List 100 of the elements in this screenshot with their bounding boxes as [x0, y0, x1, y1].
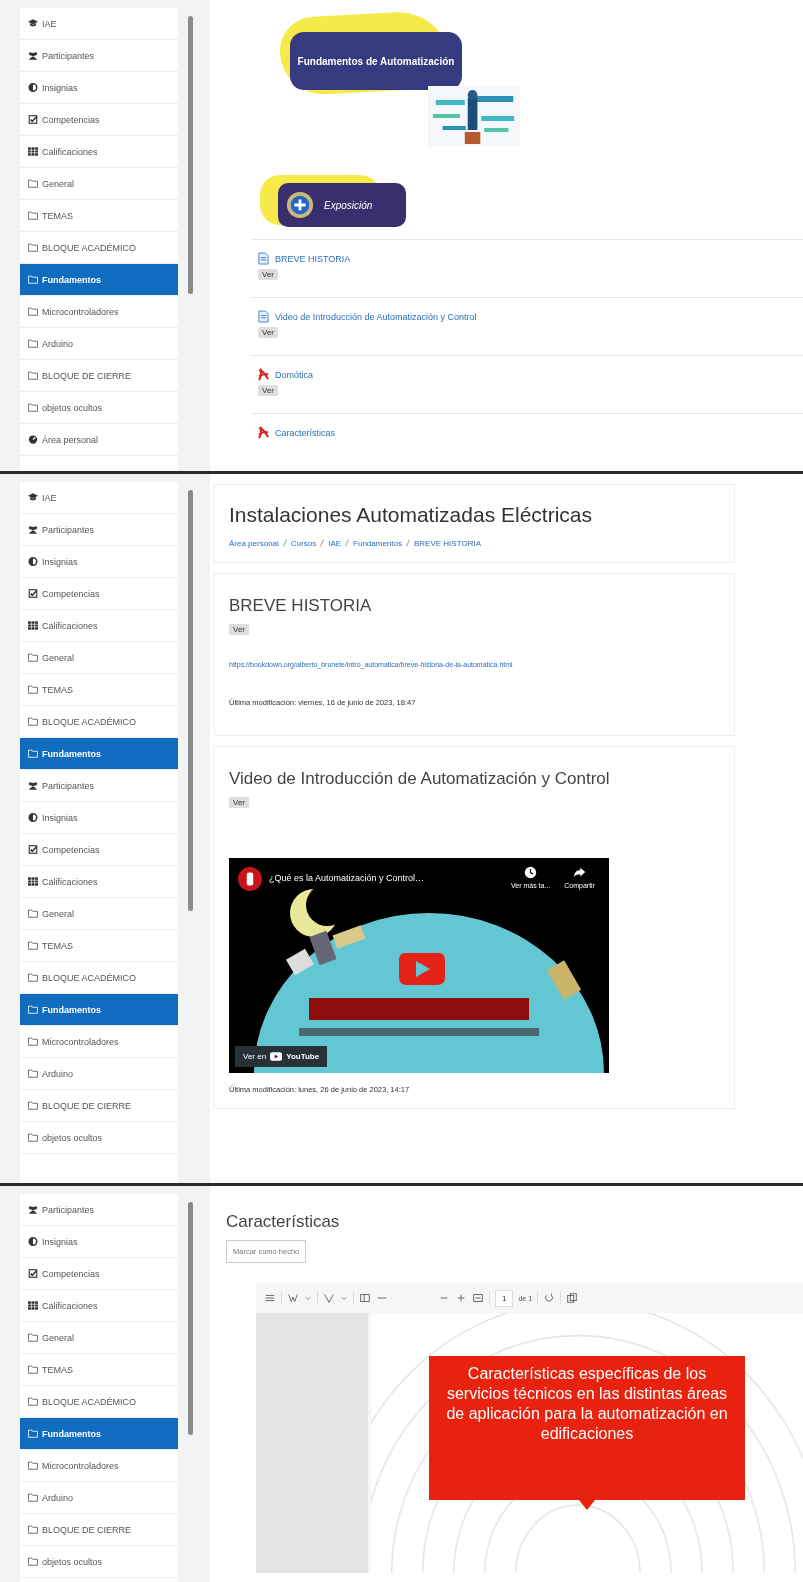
breadcrumb-link[interactable]: IAE	[328, 539, 342, 548]
course-index-item[interactable]: Competencias	[20, 834, 178, 866]
table-icon	[28, 877, 38, 886]
course-index-item[interactable]: Insignias	[20, 1226, 178, 1258]
course-index-item[interactable]: Competencias	[20, 1258, 178, 1290]
folder-icon	[28, 1525, 38, 1534]
page-number-field[interactable]: 1	[495, 1289, 514, 1307]
table-icon	[28, 147, 38, 156]
course-index-item[interactable]: Fundamentos	[20, 994, 178, 1026]
plus-circle-icon	[286, 191, 314, 219]
course-index-item[interactable]: Participantes	[20, 1194, 178, 1226]
course-index-item[interactable]: objetos ocultos	[20, 392, 178, 424]
folder-icon	[28, 1101, 38, 1110]
view-button[interactable]: Ver	[229, 624, 249, 635]
chevron-down-icon[interactable]	[340, 1294, 348, 1302]
course-index-item[interactable]: objetos ocultos	[20, 1546, 178, 1578]
view-button[interactable]: Ver	[258, 385, 278, 396]
course-index-item[interactable]: BLOQUE DE CIERRE	[20, 1090, 178, 1122]
folder-icon	[28, 1037, 38, 1046]
folder-icon	[28, 1397, 38, 1406]
section-button[interactable]: Exposición	[278, 183, 406, 227]
course-index-item[interactable]: Calificaciones	[20, 136, 178, 168]
view-button[interactable]: Ver	[229, 797, 249, 808]
video-title[interactable]: ¿Qué es la Automatización y Control…	[269, 866, 501, 883]
folder-icon	[28, 339, 38, 348]
course-index-item[interactable]: Calificaciones	[20, 1290, 178, 1322]
course-index-item[interactable]: General	[20, 642, 178, 674]
course-index-item[interactable]: Arduino	[20, 1058, 178, 1090]
folder-icon	[28, 1333, 38, 1342]
course-index-item[interactable]: Microcontroladores	[20, 1450, 178, 1482]
users-icon	[28, 781, 38, 790]
course-index-item[interactable]: TEMAS	[20, 200, 178, 232]
course-index-item[interactable]: General	[20, 168, 178, 200]
course-index-item[interactable]: Fundamentos	[20, 738, 178, 770]
folder-icon	[28, 243, 38, 252]
rotate-icon[interactable]	[543, 1292, 556, 1304]
pdf-icon	[258, 368, 269, 381]
course-index-item[interactable]: BLOQUE DE CIERRE	[20, 1514, 178, 1546]
fit-page-icon[interactable]	[472, 1292, 484, 1304]
activity-link[interactable]: Características	[275, 427, 336, 438]
folder-icon	[28, 1557, 38, 1566]
graduation-cap-icon	[28, 493, 38, 502]
course-index-item[interactable]: Arduino	[20, 328, 178, 360]
scrollbar[interactable]	[188, 490, 193, 911]
chevron-down-icon[interactable]	[304, 1294, 312, 1302]
course-index-item[interactable]: Microcontroladores	[20, 296, 178, 328]
course-index-item[interactable]: Participantes	[20, 770, 178, 802]
checkbox-icon	[28, 115, 38, 124]
page-icon	[258, 310, 269, 323]
list-icon[interactable]	[264, 1292, 276, 1304]
breadcrumb-link[interactable]: BREVE HISTORIA	[414, 539, 481, 548]
activity-link[interactable]: BREVE HISTORIA	[275, 253, 351, 264]
activity-link[interactable]: Domótica	[275, 369, 313, 380]
activity-link[interactable]: Video de Introducción de Automatización y Control	[275, 311, 477, 322]
course-index-item[interactable]: TEMAS	[20, 674, 178, 706]
view-button[interactable]: Ver	[258, 269, 278, 280]
course-index-item[interactable]: objetos ocultos	[20, 1122, 178, 1154]
course-index-item[interactable]: IAE	[20, 8, 178, 40]
course-index-item[interactable]: Calificaciones	[20, 866, 178, 898]
share-arrow-icon	[573, 866, 587, 879]
checkbox-icon	[28, 1269, 38, 1278]
course-index-item[interactable]: Microcontroladores	[20, 1026, 178, 1058]
folder-icon	[28, 1493, 38, 1502]
view-button[interactable]: Ver	[258, 327, 278, 338]
course-index-item[interactable]: BLOQUE DE CIERRE	[20, 360, 178, 392]
breadcrumb-link[interactable]: Fundamentos	[353, 539, 402, 548]
scrollbar[interactable]	[188, 1202, 193, 1435]
course-index-item[interactable]: Arduino	[20, 1482, 178, 1514]
callout-pointer-icon	[579, 1500, 595, 1510]
scrollbar[interactable]	[188, 16, 193, 294]
course-index-item[interactable]: Área personal	[20, 424, 178, 456]
draw-icon[interactable]	[323, 1292, 335, 1304]
folder-icon	[28, 275, 38, 284]
course-index-item[interactable]: Participantes	[20, 514, 178, 546]
watch-on-youtube-button[interactable]: Ver en YouTube	[235, 1046, 328, 1067]
course-index-item[interactable]: General	[20, 1322, 178, 1354]
highlighter-icon[interactable]	[287, 1292, 299, 1304]
play-logo-icon	[270, 1052, 283, 1061]
course-index-item[interactable]: Fundamentos	[20, 264, 178, 296]
sidebar-toggle-icon[interactable]	[359, 1292, 371, 1304]
course-index-item[interactable]: Insignias	[20, 546, 178, 578]
course-index-item[interactable]: Competencias	[20, 578, 178, 610]
zoom-in-icon[interactable]	[455, 1292, 467, 1304]
course-index-item[interactable]: Insignias	[20, 802, 178, 834]
course-index-item[interactable]: TEMAS	[20, 930, 178, 962]
course-index-item[interactable]: Insignias	[20, 72, 178, 104]
course-index-item[interactable]: General	[20, 898, 178, 930]
breadcrumb-link[interactable]: Cursos	[290, 539, 317, 548]
course-index-item[interactable]: Participantes	[20, 40, 178, 72]
users-icon	[28, 1205, 38, 1214]
table-icon	[28, 621, 38, 630]
course-index-item[interactable]: Fundamentos	[20, 1418, 178, 1450]
breadcrumb-link[interactable]: Área personal	[229, 539, 279, 548]
course-index-item[interactable]: Competencias	[20, 104, 178, 136]
copy-icon[interactable]	[566, 1292, 579, 1304]
course-index-item[interactable]: IAE	[20, 482, 178, 514]
checkbox-icon	[28, 589, 38, 598]
course-index-item[interactable]: Calificaciones	[20, 610, 178, 642]
folder-icon	[28, 211, 38, 220]
course-index-item[interactable]: TEMAS	[20, 1354, 178, 1386]
